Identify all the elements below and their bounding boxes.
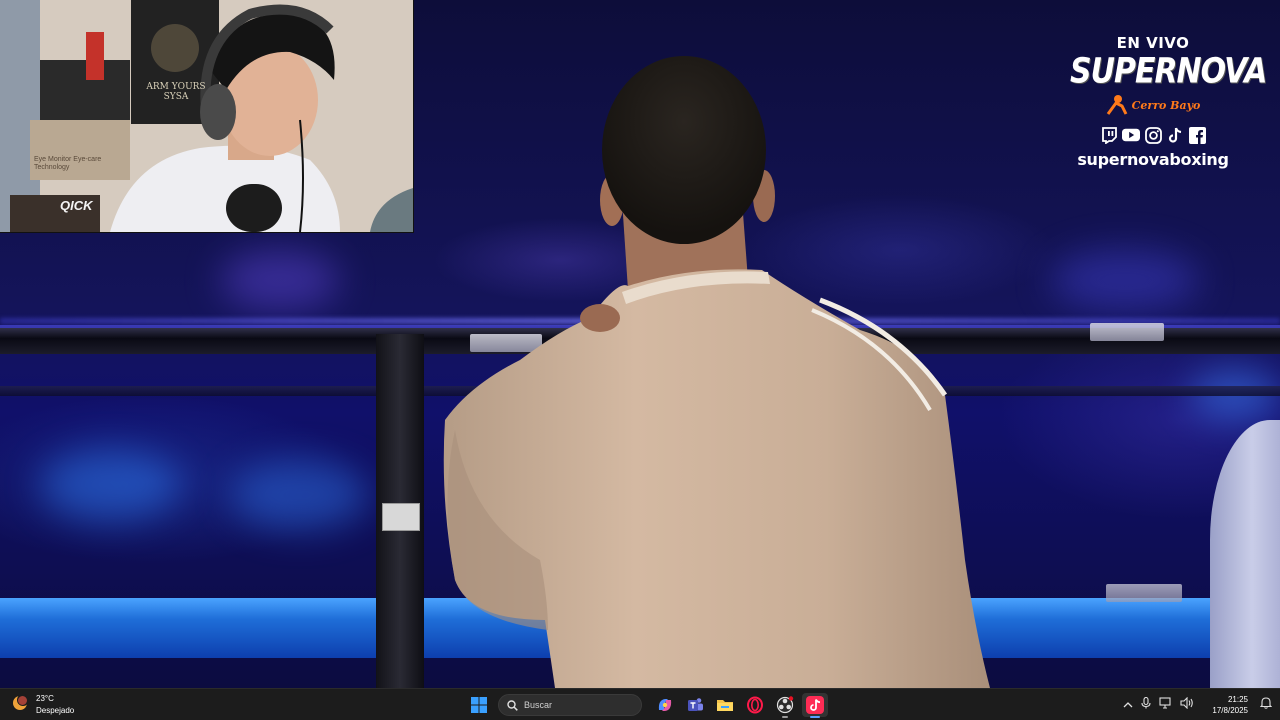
windows-start-button[interactable] xyxy=(466,693,492,717)
windows-taskbar: 23°C Despejado Buscar 21:25 17/8/2025 xyxy=(0,688,1280,720)
sponsor-runner-icon xyxy=(1106,95,1127,115)
instagram-icon xyxy=(1144,126,1162,144)
chevron-up-icon[interactable] xyxy=(1123,696,1133,714)
webcam-box-text: Eye Monitor Eye-care Technology xyxy=(34,156,102,171)
network-icon[interactable] xyxy=(1159,696,1172,714)
taskbar-app-opera-gx[interactable] xyxy=(742,693,768,717)
teams-icon xyxy=(688,698,703,711)
running-indicator xyxy=(782,716,788,718)
search-placeholder: Buscar xyxy=(524,700,553,710)
weather-temperature: 23°C xyxy=(36,693,54,703)
microphone-icon[interactable] xyxy=(1141,696,1151,714)
twitch-icon xyxy=(1100,126,1118,144)
system-clock[interactable]: 21:25 17/8/2025 xyxy=(1212,694,1248,716)
windows-start-icon xyxy=(471,697,487,713)
taskbar-pinned-apps: Buscar xyxy=(466,693,828,718)
social-handle: supernovaboxing xyxy=(1077,150,1229,169)
sponsor-logo: Cerro Bayo xyxy=(1070,90,1236,120)
tiktok-icon xyxy=(1166,126,1184,144)
taskbar-app-obs-studio[interactable] xyxy=(772,693,798,718)
taskbar-app-copilot[interactable] xyxy=(652,693,678,717)
tiktok-live-studio-icon xyxy=(806,696,824,714)
weather-condition: Despejado xyxy=(36,705,75,715)
taskbar-search-box[interactable]: Buscar xyxy=(498,694,642,716)
volume-icon[interactable] xyxy=(1180,696,1194,714)
webcam-poster-text: ARM YOURS SYSA xyxy=(146,82,206,102)
taskbar-app-tiktok-live-studio[interactable] xyxy=(802,693,828,718)
system-tray: 21:25 17/8/2025 xyxy=(1123,692,1273,718)
running-indicator xyxy=(810,716,820,718)
youtube-icon xyxy=(1122,126,1140,144)
clock-date: 17/8/2025 xyxy=(1212,706,1248,715)
weather-widget[interactable]: 23°C Despejado xyxy=(10,692,74,717)
copilot-icon xyxy=(658,699,672,711)
file-explorer-icon xyxy=(717,700,733,711)
opera-gx-icon xyxy=(747,696,763,714)
search-icon xyxy=(507,699,518,711)
live-label: EN VIVO xyxy=(1116,34,1190,52)
brand-logo-text: SUPERNOVA xyxy=(1070,51,1268,92)
sponsor-text: Cerro Bayo xyxy=(1131,98,1201,112)
webcam-bag-text: QICK xyxy=(60,198,93,213)
clock-time: 21:25 xyxy=(1227,695,1248,704)
sun-moon-icon xyxy=(10,692,30,717)
facebook-icon xyxy=(1188,126,1206,144)
obs-studio-icon xyxy=(776,696,794,714)
screen: ARM YOURS SYSA Eye Monitor Eye-care Tech… xyxy=(0,0,1280,720)
social-icons-row xyxy=(1070,126,1236,144)
notification-bell-icon[interactable] xyxy=(1259,696,1273,714)
stream-brand-overlay: EN VIVO SUPERNOVA Cerro Bayo supernovabo… xyxy=(1070,34,1268,169)
taskbar-app-file-explorer[interactable] xyxy=(712,693,738,717)
webcam-overlay: ARM YOURS SYSA Eye Monitor Eye-care Tech… xyxy=(0,0,414,233)
taskbar-app-teams[interactable] xyxy=(682,693,708,717)
